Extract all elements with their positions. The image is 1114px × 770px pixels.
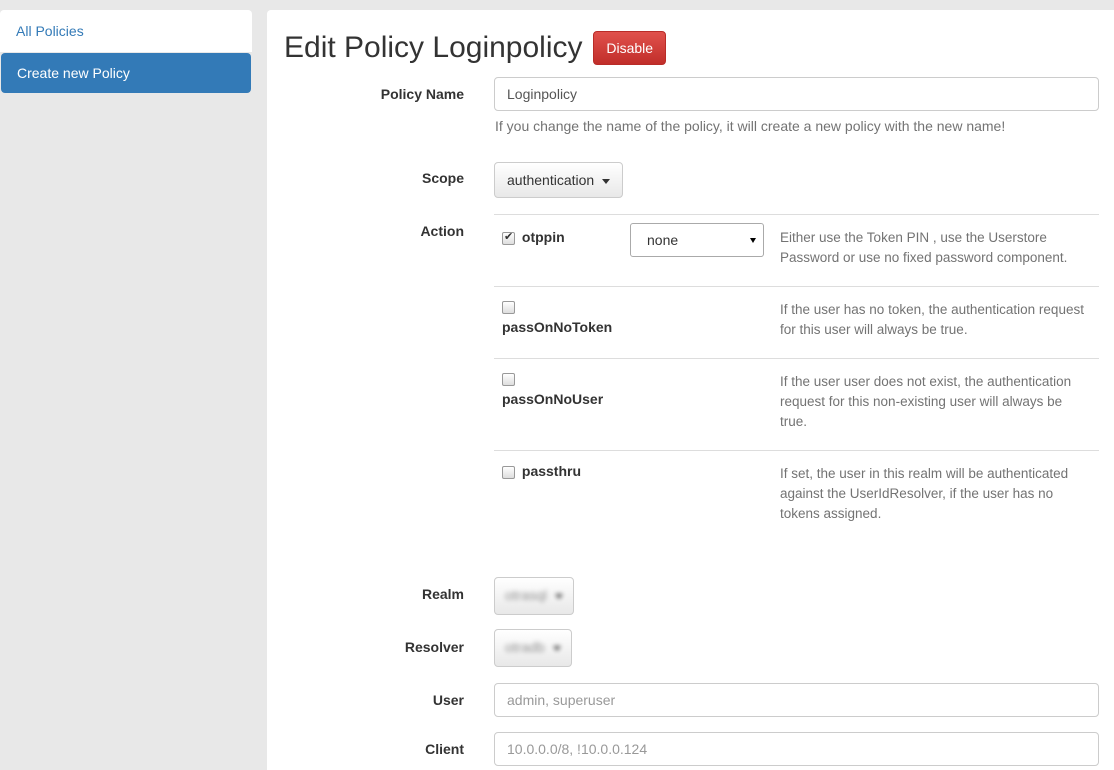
action-row-passonnotoken: passOnNoToken If the user has no token, …: [494, 286, 1099, 358]
caret-down-icon: [552, 645, 561, 651]
action-row-otppin: otppin none Either use the Token PIN , u…: [494, 214, 1099, 286]
otppin-checkbox[interactable]: [502, 230, 515, 245]
sidebar-item-create-new-policy[interactable]: Create new Policy: [1, 53, 251, 93]
caret-down-icon: [602, 178, 611, 184]
passthru-label: passthru: [521, 463, 582, 479]
passonnouser-checkbox[interactable]: [502, 372, 515, 386]
top-strip: [0, 0, 1114, 10]
realm-value: otrasql: [505, 587, 548, 603]
client-input[interactable]: 10.0.0.0/8, !10.0.0.124: [494, 732, 1099, 766]
otppin-select-value: none: [647, 232, 679, 248]
caret-down-icon: [555, 593, 564, 599]
sidebar: All Policies Create new Policy: [0, 10, 252, 93]
action-label: Action: [420, 223, 464, 239]
resolver-dropdown[interactable]: otradb: [494, 629, 572, 667]
dropdown-arrow-icon: [750, 238, 756, 243]
policy-name-help: If you change the name of the policy, it…: [495, 118, 1006, 134]
otppin-select[interactable]: none: [630, 223, 764, 257]
passonnotoken-label: passOnNoToken: [502, 319, 613, 335]
passonnotoken-checkbox[interactable]: [502, 300, 515, 314]
passonnouser-label: passOnNoUser: [502, 391, 604, 407]
action-row-passonnouser: passOnNoUser If the user user does not e…: [494, 358, 1099, 450]
passthru-description: If set, the user in this realm will be a…: [780, 466, 1069, 521]
main-panel: Edit Policy Loginpolicy Disable Policy N…: [267, 10, 1114, 770]
resolver-value: otradb: [505, 639, 545, 655]
policy-name-label: Policy Name: [380, 86, 464, 102]
title-row: Edit Policy Loginpolicy Disable: [284, 31, 667, 71]
action-table: otppin none Either use the Token PIN , u…: [494, 214, 1099, 540]
scope-dropdown[interactable]: authentication: [494, 162, 624, 198]
passonnouser-description: If the user user does not exist, the aut…: [780, 374, 1072, 429]
scope-value: authentication: [507, 172, 595, 188]
policy-name-input[interactable]: Loginpolicy: [494, 77, 1099, 111]
client-label: Client: [425, 741, 464, 757]
otppin-description: Either use the Token PIN , use the Users…: [780, 230, 1068, 265]
passthru-checkbox[interactable]: [502, 465, 515, 479]
sidebar-item-all-policies[interactable]: All Policies: [0, 10, 252, 52]
user-label: User: [432, 692, 464, 708]
page-title: Edit Policy Loginpolicy: [284, 31, 583, 64]
passonnotoken-description: If the user has no token, the authentica…: [780, 302, 1084, 337]
disable-button[interactable]: Disable: [593, 31, 667, 65]
user-input[interactable]: admin, superuser: [494, 683, 1099, 717]
realm-label: Realm: [421, 586, 464, 602]
action-row-passthru: passthru If set, the user in this realm …: [494, 450, 1099, 540]
otppin-label: otppin: [521, 229, 565, 245]
scope-label: Scope: [421, 170, 464, 186]
realm-dropdown[interactable]: otrasql: [494, 577, 575, 615]
resolver-label: Resolver: [404, 639, 464, 655]
